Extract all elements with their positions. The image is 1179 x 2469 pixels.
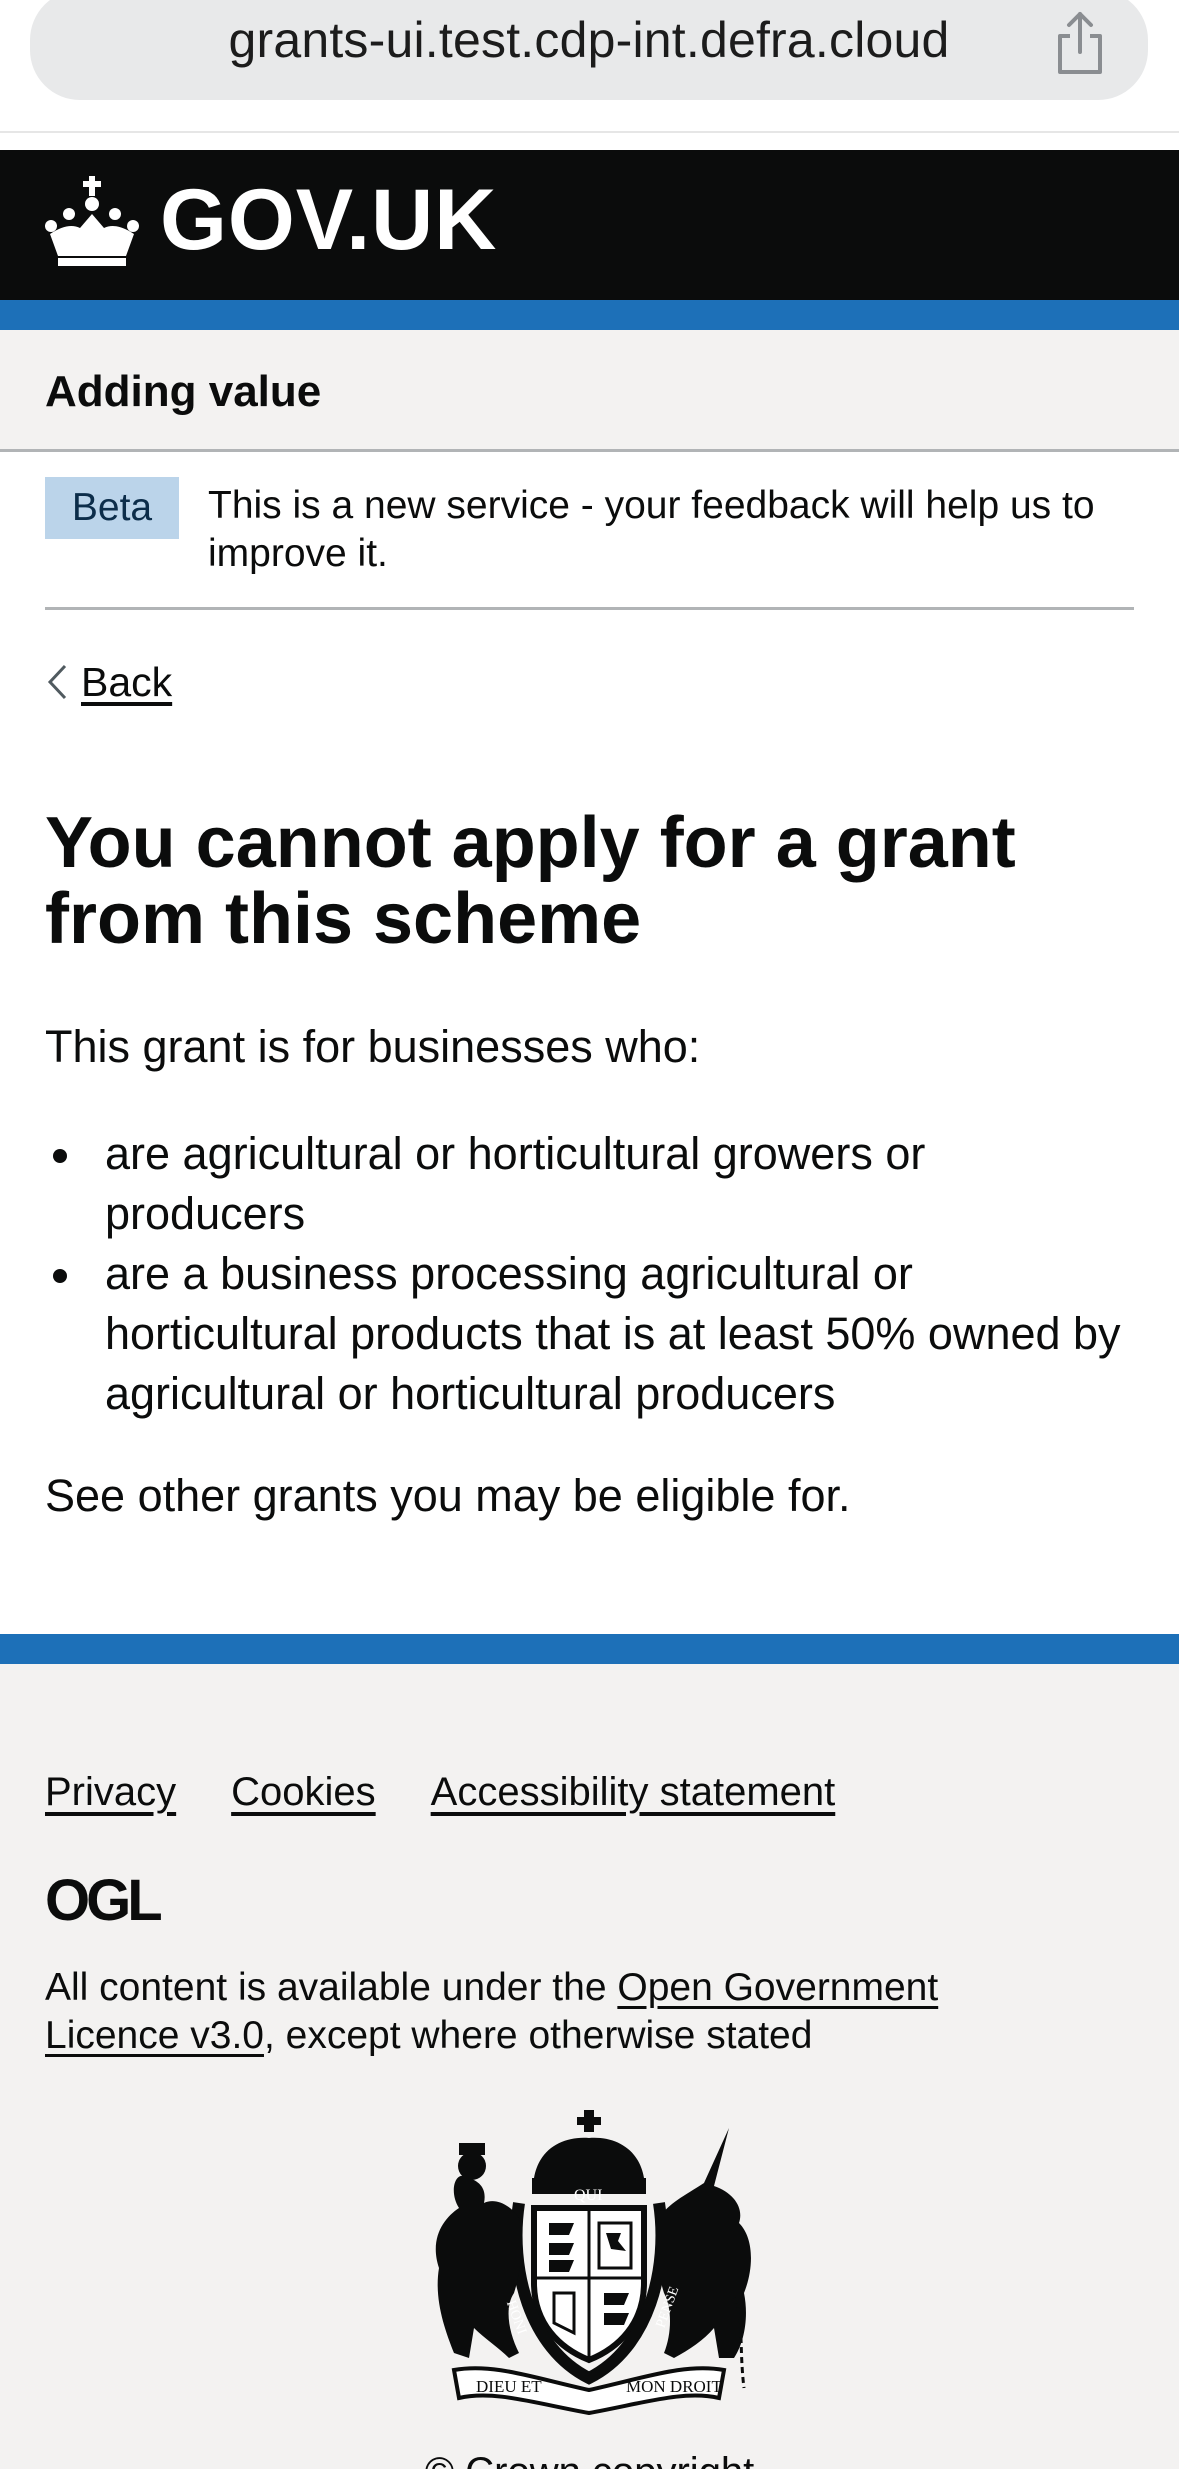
crown-icon[interactable] [42, 170, 142, 270]
service-navigation: Adding value [0, 330, 1179, 452]
share-icon[interactable] [1050, 8, 1110, 78]
footer-link-cookies[interactable]: Cookies [231, 1764, 376, 1820]
govuk-header: GOV.UK [0, 150, 1179, 300]
service-name[interactable]: Adding value [45, 362, 321, 422]
crown-copyright[interactable]: © Crown copyright [0, 2444, 1179, 2469]
licence-suffix: , except where otherwise stated [263, 2014, 813, 2057]
ogl-logo: OGL [45, 1874, 165, 1926]
list-item: are agricultural or horticultural grower… [53, 1124, 1135, 1244]
address-bar[interactable]: grants-ui.test.cdp-int.defra.cloud [30, 0, 1148, 100]
url-text[interactable]: grants-ui.test.cdp-int.defra.cloud [30, 0, 1148, 80]
header-blue-stripe [0, 300, 1179, 330]
motto-mon-droit: MON DROIT [626, 2377, 722, 2396]
browser-toolbar: grants-ui.test.cdp-int.defra.cloud [0, 0, 1179, 133]
phase-banner: Beta This is a new service - your feedba… [45, 452, 1134, 610]
list-item-text: are agricultural or horticultural grower… [105, 1128, 926, 1239]
page-heading: You cannot apply for a grant from this s… [45, 803, 1016, 959]
footer: Privacy Cookies Accessibility statement … [0, 1634, 1179, 2469]
footer-links: Privacy Cookies Accessibility statement [45, 1764, 835, 1820]
list-item-text: are a business processing agricultural o… [105, 1248, 1121, 1419]
list-item: are a business processing agricultural o… [53, 1244, 1135, 1424]
back-link[interactable]: Back [45, 652, 172, 712]
beta-tag: Beta [45, 477, 179, 539]
licence-text: All content is available under the Open … [45, 1964, 1045, 2060]
royal-coat-of-arms[interactable]: DIEU ET MON DROIT QUI HONI PENSE [414, 2108, 764, 2418]
chevron-left-icon [47, 664, 67, 700]
footer-link-accessibility[interactable]: Accessibility statement [431, 1764, 836, 1820]
motto-dieu-et: DIEU ET [476, 2377, 542, 2396]
ogl-logo-text: OGL [45, 1874, 161, 1926]
bullet-dot [53, 1149, 67, 1163]
phase-banner-text: This is a new service - your feedback wi… [208, 484, 1095, 575]
licence-prefix: All content is available under the [45, 1966, 618, 2009]
eligibility-list: are agricultural or horticultural grower… [53, 1124, 1135, 1424]
footer-link-privacy[interactable]: Privacy [45, 1764, 176, 1820]
bullet-dot [53, 1269, 67, 1283]
intro-text: This grant is for businesses who: [45, 1021, 701, 1072]
back-link-label[interactable]: Back [81, 659, 172, 706]
see-other-grants-text: See other grants you may be eligible for… [45, 1470, 851, 1521]
govuk-logotype[interactable]: GOV.UK [160, 170, 497, 270]
motto-qui: QUI [574, 2187, 602, 2204]
